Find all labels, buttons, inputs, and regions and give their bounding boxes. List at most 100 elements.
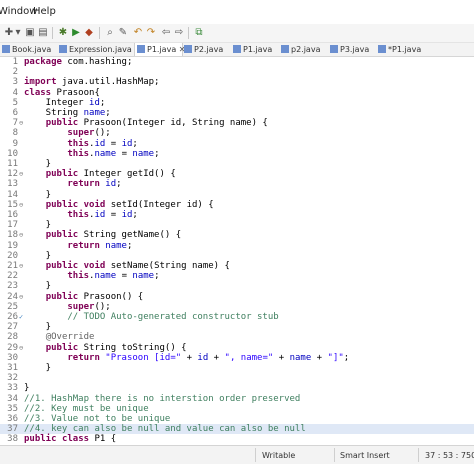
code-text: super();: [67, 128, 111, 139]
code-line[interactable]: 13 return id;: [0, 179, 474, 189]
code-text: public Prasoon() {: [45, 291, 144, 302]
code-line[interactable]: 19 return name;: [0, 241, 474, 251]
forward-icon[interactable]: ⇨: [173, 27, 185, 39]
next-annotation-icon[interactable]: ↷: [145, 27, 157, 39]
code-line[interactable]: 28 @Override: [0, 332, 474, 342]
code-line[interactable]: 38 public class P1 {: [0, 434, 474, 444]
line-number: 11: [7, 159, 18, 169]
tab-p3-java[interactable]: P3.java: [330, 43, 369, 56]
tab-expression-java[interactable]: Expression.java: [59, 43, 132, 56]
line-number: 24: [7, 291, 18, 302]
code-line[interactable]: 21 ⊖ public void setName(String name) {: [0, 261, 474, 271]
code-line[interactable]: 36 //3. Value not to be unique: [0, 414, 474, 424]
code-text: public String getName() {: [45, 230, 182, 241]
code-line[interactable]: 9 this.id = id;: [0, 139, 474, 149]
code-line[interactable]: 35 //2. Key must be unique: [0, 404, 474, 414]
tab-book-java[interactable]: Book.java: [2, 43, 51, 56]
dropdown-icon[interactable]: ▾: [14, 27, 22, 39]
line-number: 32: [7, 373, 18, 384]
search-icon[interactable]: ⌕: [104, 27, 116, 39]
code-line[interactable]: 33}: [0, 383, 474, 393]
code-line[interactable]: 7 ⊖ public Prasoon(Integer id, String nam…: [0, 118, 474, 128]
menu-window[interactable]: Window: [0, 6, 37, 17]
back-icon[interactable]: ⇦: [160, 27, 172, 39]
tab-p1-java-2[interactable]: P1.java: [233, 43, 272, 56]
tab-label: P1.java: [147, 45, 177, 54]
code-line[interactable]: 6 String name;: [0, 108, 474, 118]
code-line[interactable]: 3 import java.util.HashMap;: [0, 77, 474, 87]
code-text: }: [24, 281, 52, 292]
code-line[interactable]: 16 this.id = id;: [0, 210, 474, 220]
line-number: 31: [7, 363, 18, 373]
code-line[interactable]: 26 ✓ // TODO Auto-generated constructor s…: [0, 312, 474, 322]
code-line[interactable]: 4 class Prasoon{: [0, 88, 474, 98]
tab-label: P1.java: [243, 45, 273, 54]
code-text: //4. key can also be null and value can …: [24, 424, 306, 435]
save-icon[interactable]: ▣: [24, 27, 36, 39]
line-number: 38: [7, 434, 18, 445]
code-line[interactable]: 27 }: [0, 322, 474, 332]
line-number: 17: [7, 220, 18, 231]
tab-label: Book.java: [12, 45, 52, 54]
code-line[interactable]: 23 }: [0, 281, 474, 291]
code-line[interactable]: 22 this.name = name;: [0, 271, 474, 281]
code-line[interactable]: 14 }: [0, 190, 474, 200]
tab-p1-java-dirty[interactable]: *P1.java: [378, 43, 421, 56]
code-text: //1. HashMap there is no interstion orde…: [24, 393, 301, 404]
code-line[interactable]: 34 //1. HashMap there is no interstion or…: [0, 394, 474, 404]
code-line[interactable]: 24 ⊖ public Prasoon() {: [0, 292, 474, 302]
code-line[interactable]: 17 }: [0, 220, 474, 230]
code-line[interactable]: 31 }: [0, 363, 474, 373]
code-text: this.name = name;: [67, 271, 160, 282]
code-line[interactable]: 18 ⊖ public String getName() {: [0, 230, 474, 240]
code-text: Integer id;: [24, 97, 106, 108]
code-line[interactable]: 12 ⊖ public Integer getId() {: [0, 169, 474, 179]
tab-p1-java-active[interactable]: P1.java ✕: [134, 43, 185, 56]
code-line[interactable]: 11 }: [0, 159, 474, 169]
line-number: 5: [12, 97, 18, 108]
code-line[interactable]: 8 super();: [0, 128, 474, 138]
print-icon[interactable]: ▤: [37, 27, 49, 39]
java-file-icon: [330, 45, 338, 53]
line-number: 4: [12, 87, 18, 98]
menu-help[interactable]: Help: [33, 6, 56, 17]
line-number: 8: [12, 128, 18, 139]
external-tools-icon[interactable]: ◆: [83, 27, 95, 39]
tab-p2-java-lower[interactable]: p2.java: [281, 43, 320, 56]
line-number: 1: [12, 57, 18, 67]
line-number: 26: [7, 312, 18, 322]
line-number: 7: [12, 118, 18, 129]
code-line[interactable]: 5 Integer id;: [0, 98, 474, 108]
code-text: // TODO Auto-generated constructor stub: [24, 312, 279, 322]
code-line[interactable]: 10 this.name = name;: [0, 149, 474, 159]
code-lines: 1 package com.hashing; 2 3 import java.util.…: [0, 57, 474, 445]
code-line[interactable]: 1 package com.hashing;: [0, 57, 474, 67]
code-line[interactable]: 15 ⊖ public void setId(Integer id) {: [0, 200, 474, 210]
code-line[interactable]: 29 ⊖ public String toString() {: [0, 343, 474, 353]
line-number: 16: [7, 210, 18, 220]
line-number: 25: [7, 301, 18, 312]
code-line[interactable]: 30 return "Prasoon [id=" + id + ", name=…: [0, 353, 474, 363]
code-line[interactable]: 32: [0, 373, 474, 383]
line-number: 2: [12, 67, 18, 78]
code-text: }: [24, 189, 52, 200]
code-text: }: [24, 220, 52, 231]
run-icon[interactable]: ▶: [70, 27, 82, 39]
pin-icon[interactable]: ⧉: [193, 27, 205, 39]
prev-annotation-icon[interactable]: ↶: [132, 27, 144, 39]
code-line[interactable]: 2: [0, 67, 474, 77]
editor-tab-bar: Book.java Expression.java P1.java ✕ P2.j…: [0, 43, 474, 57]
line-number: 35: [7, 403, 18, 414]
toolbar-separator: [99, 27, 100, 39]
code-line[interactable]: 37 //4. key can also be null and value ca…: [0, 424, 474, 435]
code-text: @Override: [45, 332, 95, 343]
tab-p2-java[interactable]: P2.java: [184, 43, 223, 56]
annotation-icon[interactable]: ✎: [117, 27, 129, 39]
line-number: 33: [7, 383, 18, 394]
code-line[interactable]: 25 super();: [0, 302, 474, 312]
line-number: 10: [7, 148, 18, 159]
line-number: 23: [7, 281, 18, 292]
debug-icon[interactable]: ✱: [57, 27, 69, 39]
code-line[interactable]: 20 }: [0, 251, 474, 261]
code-editor[interactable]: 1 package com.hashing; 2 3 import java.util.…: [0, 57, 474, 445]
